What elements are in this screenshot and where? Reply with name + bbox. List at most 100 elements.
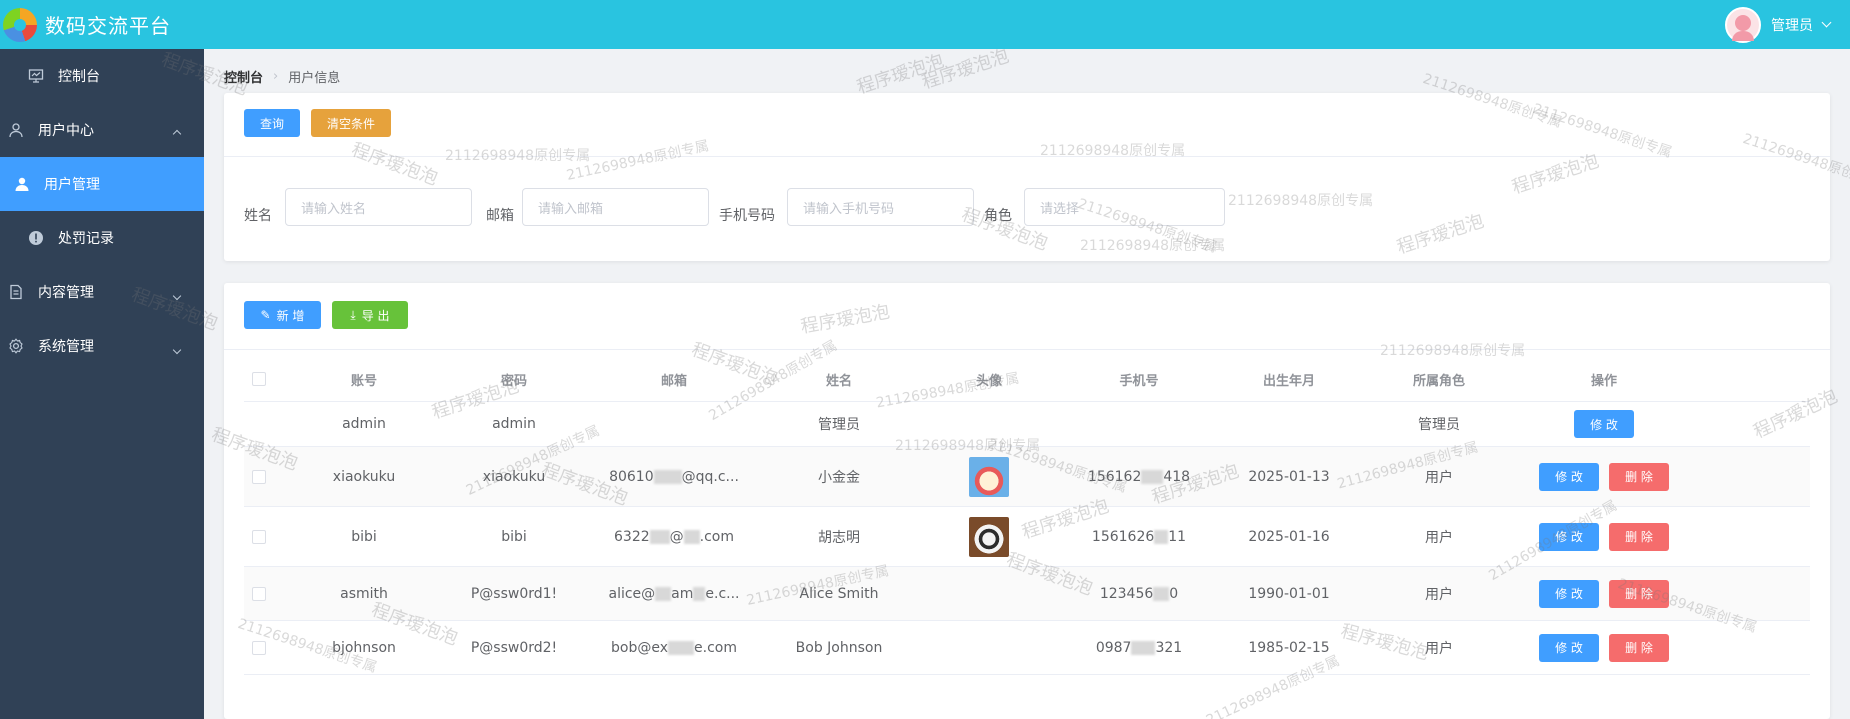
cell-email: alice@ am e.c... [604, 567, 744, 620]
email-label: 邮箱 [486, 208, 514, 224]
app-logo [3, 7, 37, 42]
edit-button[interactable]: 修 改 [1539, 579, 1599, 608]
col-email: 邮箱 [660, 373, 687, 389]
cell-birth: 1990-01-01 [1248, 585, 1330, 602]
avatar-image[interactable] [969, 516, 1009, 557]
user-icon [8, 122, 24, 138]
reset-button[interactable]: 清空条件 [311, 109, 391, 137]
cell-name: Alice Smith [799, 585, 879, 602]
sidebar-item-content-management[interactable]: 内容管理 [0, 265, 204, 319]
divider [224, 156, 1830, 157]
delete-button[interactable]: 删 除 [1609, 522, 1669, 551]
edit-button[interactable]: 修 改 [1539, 633, 1599, 662]
row-checkbox[interactable] [252, 469, 266, 484]
cell-password: admin [492, 416, 536, 432]
cell-password: xiaokuku [482, 468, 546, 485]
cell-role: 用户 [1425, 586, 1453, 603]
download-icon: ⤓ [350, 307, 356, 322]
phone-suffix: 321 [1155, 639, 1183, 656]
role-select[interactable]: 请选择 [1024, 188, 1225, 226]
email-prefix: bob@ex [611, 639, 669, 656]
edit-button[interactable]: 修 改 [1539, 522, 1599, 551]
chevron-down-icon [172, 341, 182, 357]
redaction-blur [1131, 640, 1156, 655]
cell-email: 6322 @ .com [604, 507, 744, 566]
gear-icon [8, 338, 24, 354]
row-checkbox[interactable] [252, 640, 266, 655]
table-row: bibi bibi 6322 @ .com 胡志明 1561626 11 2025-0… [244, 507, 1810, 567]
phone-prefix: 1561626 [1091, 528, 1155, 545]
add-button[interactable]: ✎ 新 增 [244, 301, 321, 329]
cell-role: 用户 [1425, 640, 1453, 657]
delete-button[interactable]: 删 除 [1609, 462, 1669, 491]
redaction-blur [653, 469, 682, 484]
cell-name: Bob Johnson [795, 639, 883, 656]
avatar-image[interactable] [969, 456, 1009, 497]
phone-prefix: 123456 [1099, 585, 1154, 602]
redaction-blur [668, 640, 695, 655]
redaction-blur [655, 586, 672, 601]
sidebar-item-penalty-records[interactable]: 处罚记录 [0, 211, 204, 265]
email-suffix: e.com [694, 639, 737, 656]
sidebar-item-system-management[interactable]: 系统管理 [0, 319, 204, 373]
role-label: 角色 [984, 208, 1012, 224]
cell-role: 用户 [1425, 469, 1453, 486]
avatar[interactable] [1725, 6, 1761, 43]
edit-button[interactable]: 修 改 [1574, 410, 1634, 438]
sidebar: 控制台 用户中心 用户管理 处罚记录 内容管理 系统管理 [0, 49, 204, 719]
cell-role: 用户 [1425, 529, 1453, 546]
cell-account: bibi [351, 528, 377, 545]
col-account: 账号 [350, 373, 377, 389]
delete-button[interactable]: 删 除 [1609, 633, 1669, 662]
email-suffix: @qq.c... [681, 468, 739, 485]
dashboard-icon [28, 68, 44, 84]
export-button[interactable]: ⤓ 导 出 [332, 301, 408, 329]
table-row: bjohnson P@ssw0rd2! bob@ex e.com Bob John… [244, 621, 1810, 675]
cell-account: admin [342, 416, 386, 432]
col-name: 姓名 [825, 373, 852, 389]
breadcrumb-root[interactable]: 控制台 [224, 67, 263, 86]
row-checkbox[interactable] [252, 586, 266, 601]
table-row: xiaokuku xiaokuku 80610 @qq.c... 小金金 1561… [244, 447, 1810, 507]
sidebar-item-user-management[interactable]: 用户管理 [0, 157, 204, 211]
document-icon [8, 284, 24, 300]
table-header: 账号 密码 邮箱 姓名 头像 手机号 出生年月 所属角色 操作 [244, 357, 1810, 402]
redaction-blur [1141, 469, 1164, 484]
row-checkbox[interactable] [252, 529, 266, 544]
table-card: ✎ 新 增 ⤓ 导 出 账号 密码 邮箱 姓名 头像 手机号 出生年月 所属角色… [224, 283, 1830, 719]
sidebar-item-user-center[interactable]: 用户中心 [0, 103, 204, 157]
col-role: 所属角色 [1412, 373, 1465, 389]
query-button[interactable]: 查询 [244, 109, 300, 137]
edit-button[interactable]: 修 改 [1539, 462, 1599, 491]
email-middle: am [671, 585, 694, 602]
warning-icon [28, 230, 44, 246]
name-input[interactable]: 请输入姓名 [285, 188, 472, 226]
select-all-checkbox[interactable] [252, 372, 266, 386]
phone-input[interactable]: 请输入手机号码 [787, 188, 974, 226]
sidebar-item-dashboard[interactable]: 控制台 [0, 49, 204, 103]
chevron-right-icon: › [273, 69, 279, 84]
sidebar-item-label: 用户管理 [44, 177, 100, 193]
add-button-label: 新 增 [276, 308, 305, 323]
delete-button[interactable]: 删 除 [1609, 579, 1669, 608]
redaction-blur [693, 586, 706, 601]
table-row: asmith P@ssw0rd1! alice@ am e.c... Alice S… [244, 567, 1810, 621]
sidebar-item-label: 处罚记录 [58, 231, 114, 247]
col-password: 密码 [500, 373, 527, 389]
cell-birth: 1985-02-15 [1248, 639, 1330, 656]
table-row: admin admin 管理员 管理员 修 改 [244, 402, 1810, 447]
cell-name: 胡志明 [818, 529, 860, 546]
user-menu[interactable]: 管理员 [1725, 0, 1832, 49]
cell-email: 80610 @qq.c... [604, 447, 744, 506]
edit-icon: ✎ [260, 308, 271, 322]
email-input[interactable]: 请输入邮箱 [522, 188, 709, 226]
cell-birth: 2025-01-16 [1248, 528, 1330, 545]
email-at: @ [669, 528, 684, 545]
phone-suffix: 418 [1163, 468, 1191, 485]
sidebar-item-label: 内容管理 [38, 285, 94, 301]
col-birth: 出生年月 [1262, 373, 1315, 389]
phone-prefix: 0987 [1095, 639, 1132, 656]
chevron-up-icon [172, 125, 182, 141]
user-filled-icon [14, 176, 30, 192]
email-prefix: 6322 [614, 528, 650, 545]
